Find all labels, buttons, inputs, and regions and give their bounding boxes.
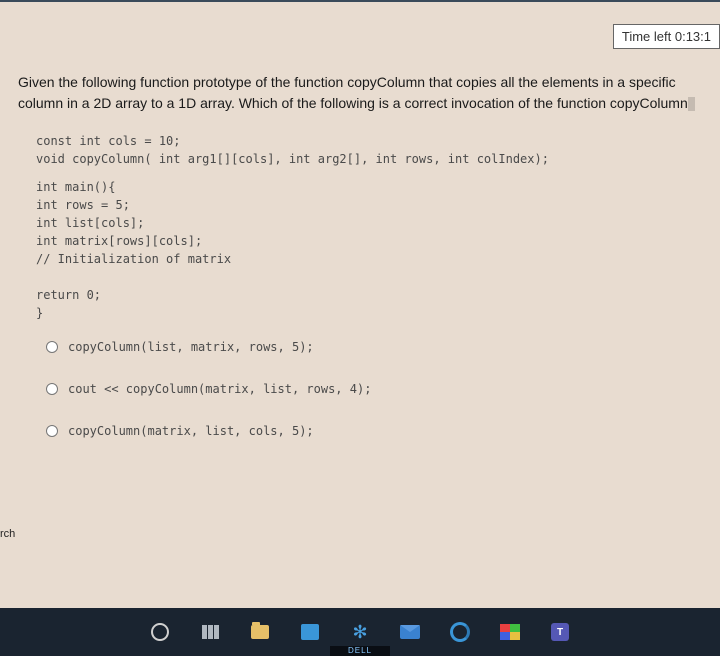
paint-icon[interactable] bbox=[499, 621, 521, 643]
text-cursor bbox=[688, 97, 695, 111]
teams-icon[interactable]: T bbox=[549, 621, 571, 643]
radio-icon[interactable] bbox=[46, 341, 58, 353]
task-view-icon[interactable] bbox=[199, 621, 221, 643]
option-a[interactable]: copyColumn(list, matrix, rows, 5); bbox=[46, 340, 702, 354]
mail-icon[interactable] bbox=[399, 621, 421, 643]
snowflake-icon[interactable]: ✻ bbox=[349, 621, 371, 643]
answer-options: copyColumn(list, matrix, rows, 5); cout … bbox=[46, 340, 702, 438]
question-fn-1: copyColumn bbox=[347, 74, 425, 90]
timer-label: Time left 0:13:1 bbox=[622, 29, 711, 44]
radio-icon[interactable] bbox=[46, 425, 58, 437]
question-content: Given the following function prototype o… bbox=[0, 2, 720, 438]
cortana-icon[interactable] bbox=[149, 621, 171, 643]
search-tab-fragment: rch bbox=[0, 528, 10, 540]
file-explorer-icon[interactable] bbox=[249, 621, 271, 643]
option-c-text: copyColumn(matrix, list, cols, 5); bbox=[68, 424, 314, 438]
code-declaration: const int cols = 10; void copyColumn( in… bbox=[36, 132, 702, 168]
dell-brand-label: DELL bbox=[330, 646, 390, 656]
edge-icon[interactable] bbox=[449, 621, 471, 643]
question-fn-2: copyColumn bbox=[610, 95, 688, 111]
option-a-text: copyColumn(list, matrix, rows, 5); bbox=[68, 340, 314, 354]
option-b[interactable]: cout << copyColumn(matrix, list, rows, 4… bbox=[46, 382, 702, 396]
timer-box: Time left 0:13:1 bbox=[613, 24, 720, 49]
option-c[interactable]: copyColumn(matrix, list, cols, 5); bbox=[46, 424, 702, 438]
store-icon[interactable] bbox=[299, 621, 321, 643]
radio-icon[interactable] bbox=[46, 383, 58, 395]
question-text: Given the following function prototype o… bbox=[18, 72, 702, 114]
code-main: int main(){ int rows = 5; int list[cols]… bbox=[36, 178, 702, 322]
quiz-page: Time left 0:13:1 Given the following fun… bbox=[0, 2, 720, 608]
option-b-text: cout << copyColumn(matrix, list, rows, 4… bbox=[68, 382, 371, 396]
question-intro-1: Given the following function prototype o… bbox=[18, 74, 347, 90]
